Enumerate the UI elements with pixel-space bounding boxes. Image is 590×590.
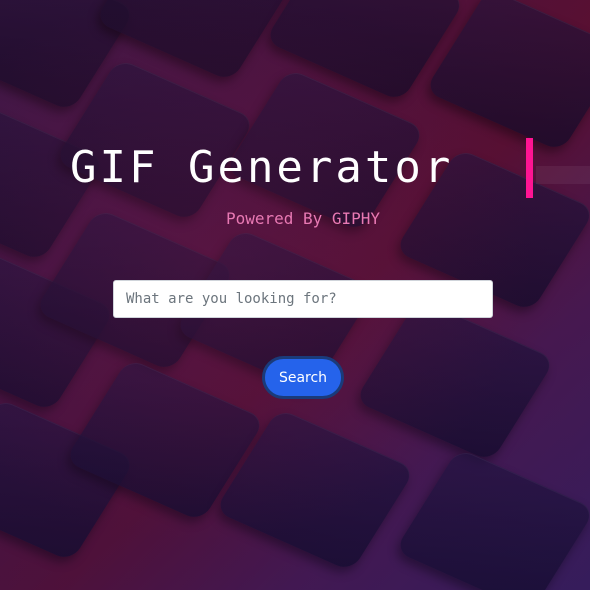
page-subtitle: Powered By GIPHY bbox=[225, 209, 381, 228]
search-input[interactable] bbox=[113, 280, 493, 318]
search-button[interactable]: Search bbox=[262, 356, 344, 399]
page-title: GIF Generator bbox=[70, 142, 454, 193]
main-content: GIF Generator Powered By GIPHY Search bbox=[0, 0, 590, 590]
typing-cursor bbox=[526, 138, 533, 198]
title-row: GIF Generator bbox=[0, 138, 590, 202]
cursor-shadow bbox=[536, 166, 590, 184]
